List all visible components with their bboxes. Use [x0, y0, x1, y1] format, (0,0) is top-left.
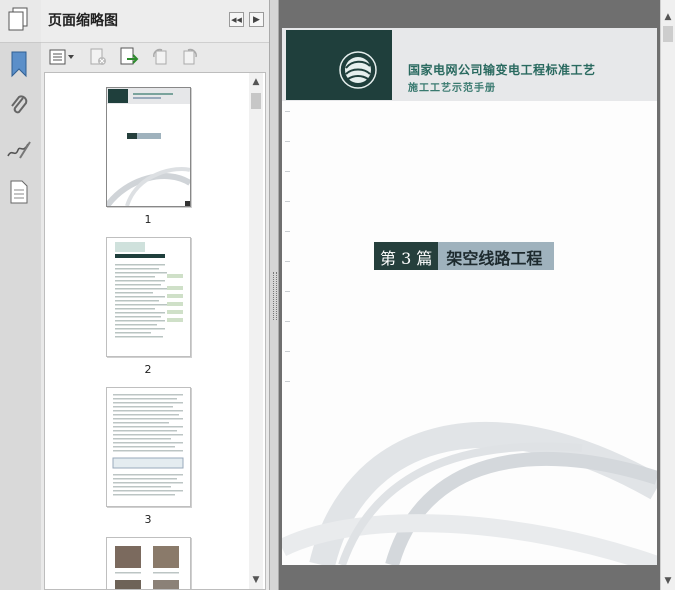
scroll-up-icon[interactable]: ▲ [249, 75, 263, 89]
splitter-grip[interactable] [273, 272, 277, 320]
page-thumbnails-panel: 页面缩略图 ◀◀ ▶ 1 2 3 ▲ ▼ [41, 0, 269, 590]
extract-page-icon[interactable] [117, 47, 141, 67]
document-icon[interactable] [5, 178, 33, 206]
signature-icon[interactable] [5, 136, 33, 164]
document-scrollbar[interactable]: ▲ ▼ [660, 0, 675, 590]
thumbnail-page-number: 3 [144, 513, 152, 526]
double-chevron-left-icon: ◀◀ [231, 15, 242, 24]
thumbnail-list[interactable]: 1 2 3 ▲ ▼ [44, 72, 266, 590]
next-panel-button[interactable]: ▶ [249, 12, 264, 27]
thumbnail-page-4[interactable] [106, 537, 191, 589]
delete-page-icon[interactable] [87, 47, 109, 67]
scrollbar-thumb[interactable] [251, 93, 261, 109]
chapter-number: 第 3 篇 [374, 242, 439, 270]
pages-icon[interactable] [5, 6, 33, 34]
thumbnail-toolbar [41, 43, 269, 71]
scroll-up-icon[interactable]: ▲ [661, 10, 675, 24]
scroll-down-icon[interactable]: ▼ [661, 574, 675, 588]
thumbnail-scrollbar[interactable]: ▲ ▼ [249, 73, 263, 589]
paperclip-icon[interactable] [5, 92, 33, 120]
document-page: 国家电网公司输变电工程标准工艺 施工工艺示范手册 第 3 篇 架空线路工程 [282, 28, 657, 565]
rotate-clockwise-icon[interactable] [179, 47, 201, 67]
scrollbar-thumb[interactable] [663, 26, 673, 42]
selection-marker [185, 201, 190, 206]
chapter-title: 架空线路工程 [438, 242, 555, 270]
thumbnail-page-number: 2 [144, 363, 152, 376]
pages-panel-button-area [0, 0, 41, 43]
document-header-subtitle: 施工工艺示范手册 [408, 83, 496, 94]
chevron-right-icon: ▶ [253, 14, 260, 25]
logo-block [286, 30, 392, 100]
collapse-panel-button[interactable]: ◀◀ [229, 12, 244, 27]
navigation-rail [0, 0, 42, 590]
rotate-counterclockwise-icon[interactable] [149, 47, 171, 67]
panel-splitter[interactable] [269, 0, 279, 590]
options-menu-button[interactable] [49, 47, 75, 67]
panel-title: 页面缩略图 [48, 13, 118, 29]
scroll-down-icon[interactable]: ▼ [249, 573, 263, 587]
thumbnail-page-2[interactable] [106, 237, 191, 357]
thumbnail-page-3[interactable] [106, 387, 191, 507]
decorative-arcs [282, 421, 657, 565]
panel-header: 页面缩略图 ◀◀ ▶ [41, 0, 269, 43]
document-header-title: 国家电网公司输变电工程标准工艺 [408, 63, 596, 77]
chapter-banner: 第 3 篇 架空线路工程 [374, 242, 555, 270]
document-view[interactable]: 国家电网公司输变电工程标准工艺 施工工艺示范手册 第 3 篇 架空线路工程 [279, 0, 660, 590]
thumbnail-page-number: 1 [144, 213, 152, 226]
bookmark-icon[interactable] [5, 50, 33, 78]
thumbnail-page-1[interactable] [106, 87, 191, 207]
state-grid-logo-icon [339, 51, 377, 89]
